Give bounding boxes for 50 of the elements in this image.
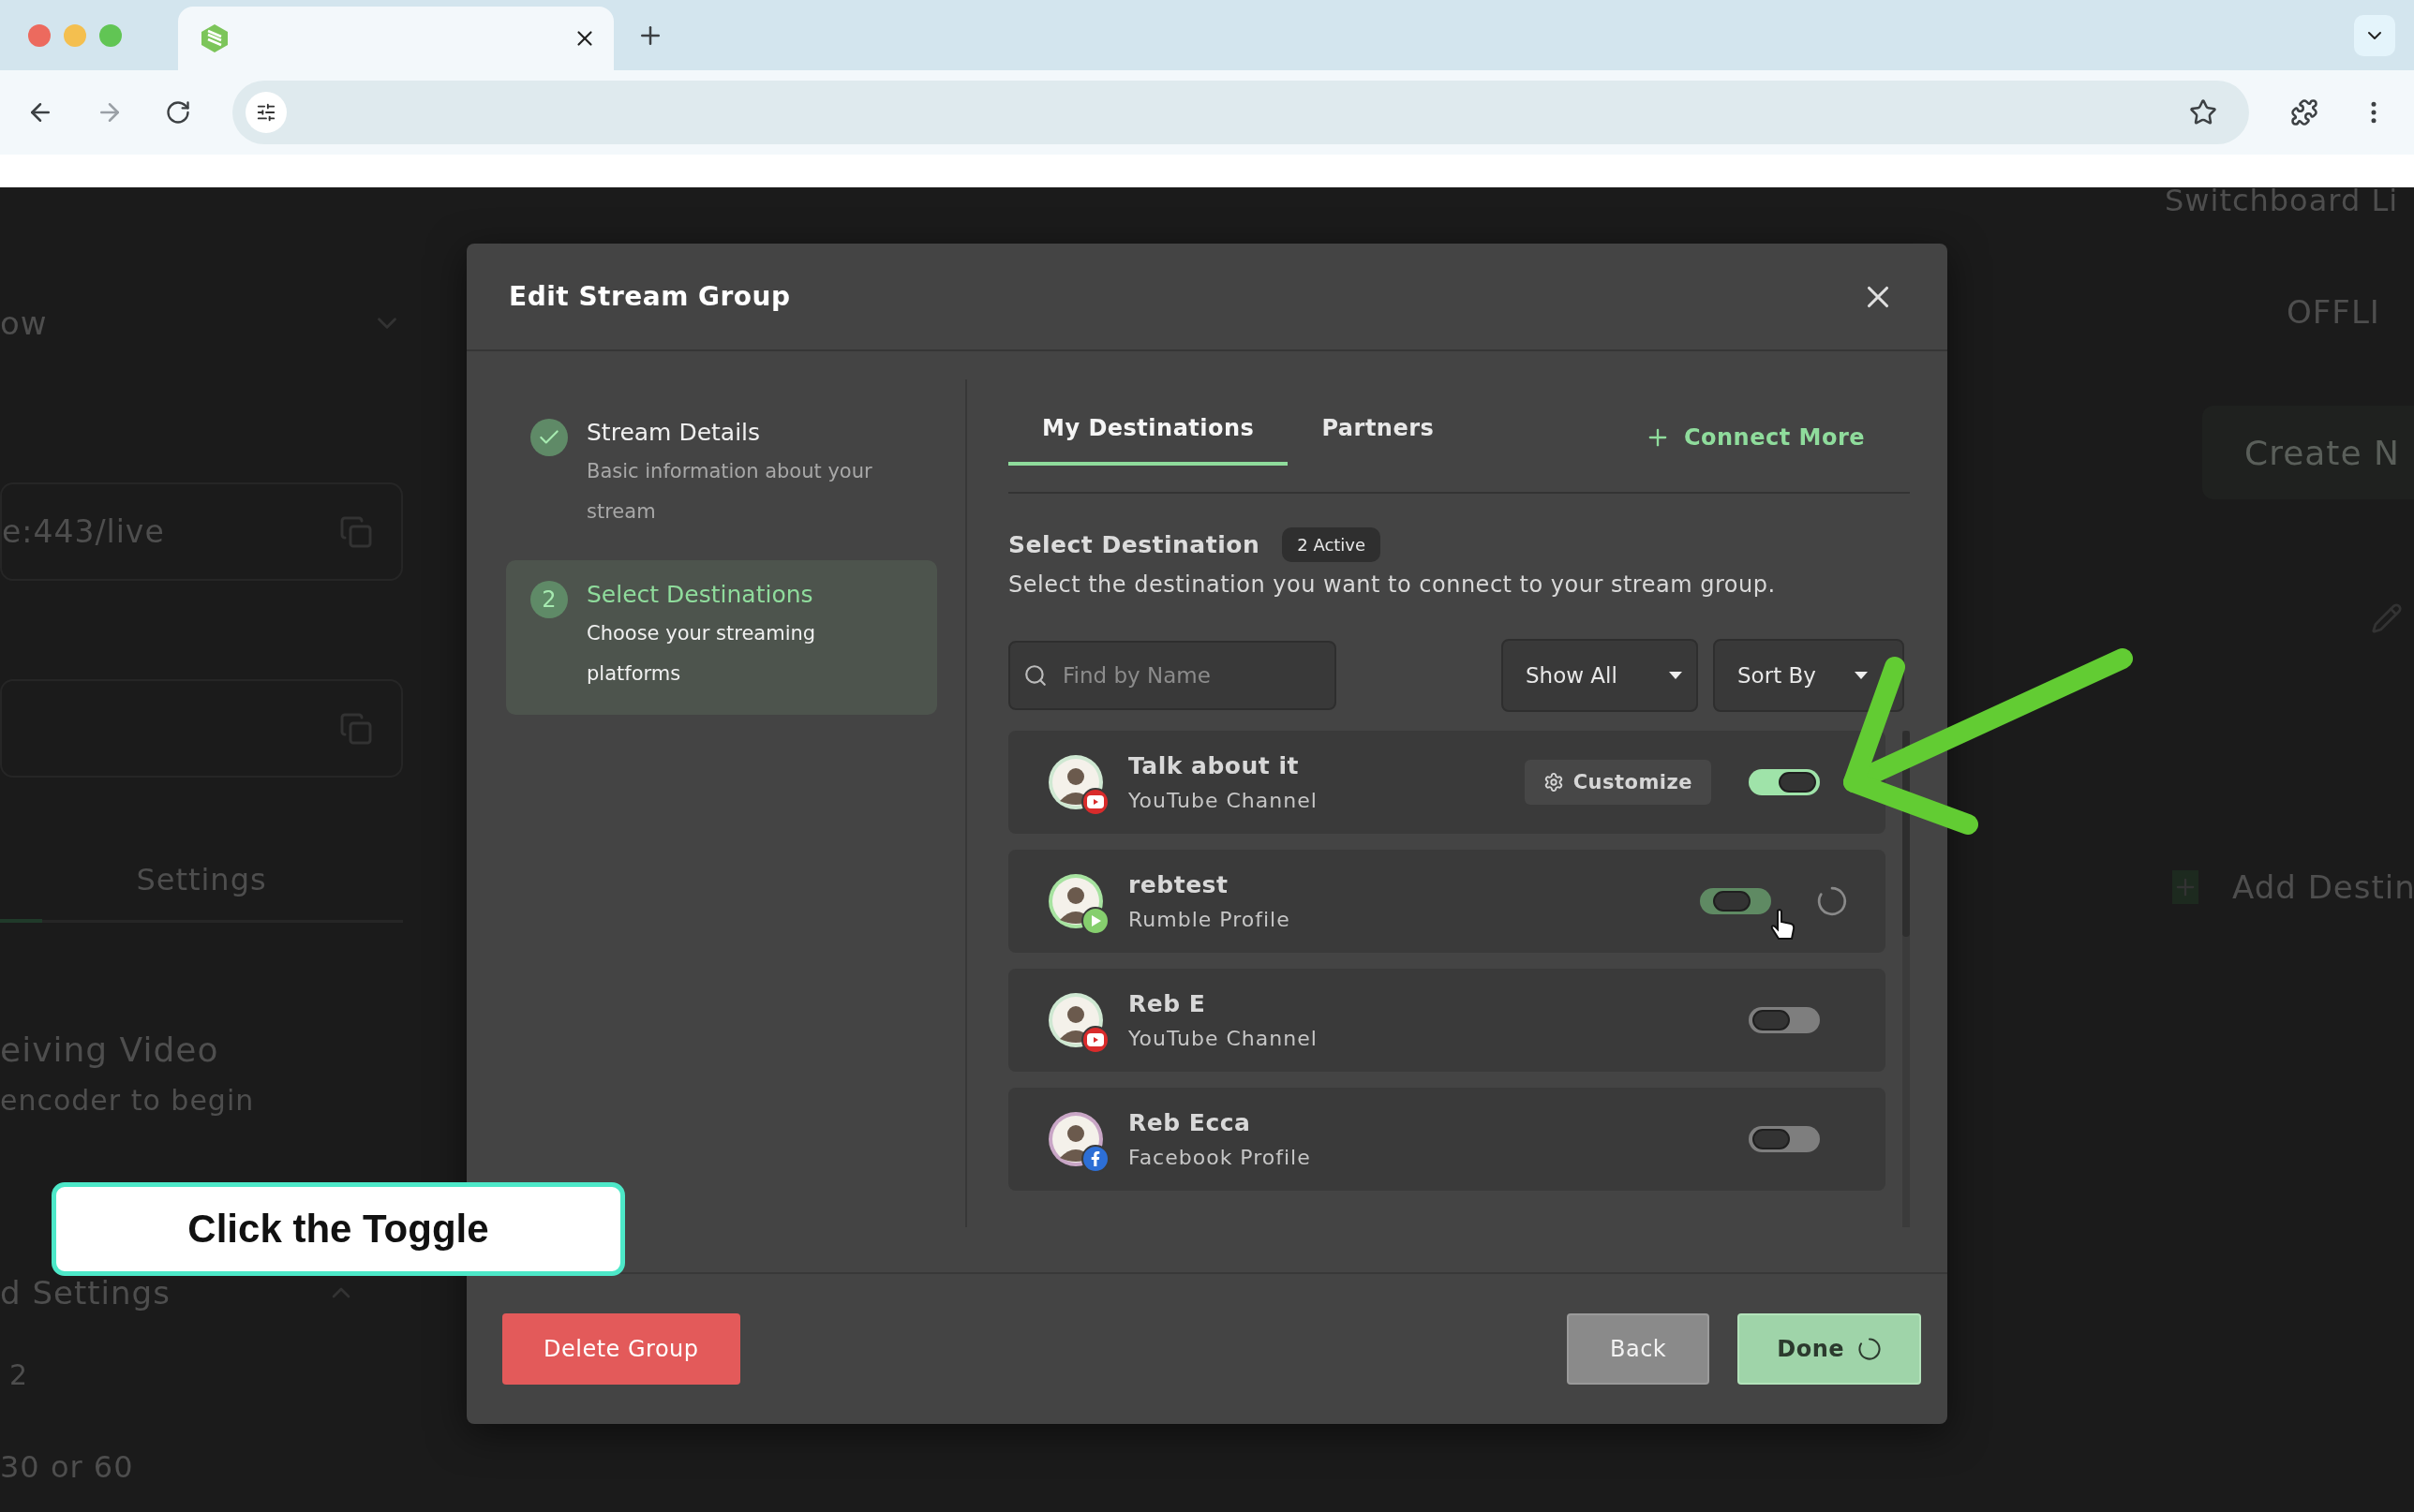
- toggle-switch[interactable]: [1700, 888, 1771, 914]
- dialog-title: Edit Stream Group: [509, 281, 791, 312]
- destination-platform: YouTube Channel: [1128, 789, 1318, 812]
- caret-icon: [1668, 671, 1683, 680]
- extensions-icon[interactable]: [2290, 98, 2318, 126]
- active-count-badge: 2 Active: [1282, 527, 1381, 562]
- scrollbar[interactable]: [1902, 731, 1910, 1227]
- destination-name: Reb Ecca: [1128, 1109, 1252, 1136]
- toggle-switch[interactable]: [1749, 1007, 1820, 1033]
- search-field[interactable]: Find by Name: [1008, 641, 1336, 710]
- destination-platform: Facebook Profile: [1128, 1146, 1311, 1169]
- destination-platform: Rumble Profile: [1128, 908, 1290, 931]
- toggle-switch[interactable]: [1749, 769, 1820, 795]
- scrollbar-thumb[interactable]: [1902, 731, 1910, 937]
- customize-button[interactable]: Customize: [1524, 760, 1711, 805]
- filter-dropdown[interactable]: Sort By: [1713, 639, 1904, 712]
- filter-dropdown[interactable]: Show All: [1501, 639, 1698, 712]
- destination-platform: YouTube Channel: [1128, 1027, 1318, 1050]
- step-title: Select Destinations: [587, 581, 814, 608]
- connect-more-link[interactable]: Connect More: [1644, 424, 1865, 451]
- done-button[interactable]: Done: [1737, 1313, 1921, 1385]
- step-number: 2: [530, 581, 568, 618]
- copy-icon: [339, 514, 373, 549]
- wizard-step[interactable]: Stream Details Basic information about your stream: [506, 398, 937, 553]
- toggle-switch[interactable]: [1749, 1126, 1820, 1152]
- check-icon: [530, 419, 568, 456]
- section-description: Select the destination you want to connect to your stream group.: [1008, 571, 1777, 598]
- section-title: Select Destination: [1008, 531, 1260, 558]
- search-icon: [1023, 663, 1048, 688]
- instruction-callout: Click the Toggle: [52, 1182, 625, 1276]
- destination-name: rebtest: [1128, 871, 1229, 898]
- site-info-icon[interactable]: [246, 92, 287, 133]
- tab[interactable]: My Destinations: [1008, 415, 1289, 466]
- site-logo-icon: [201, 23, 229, 53]
- step-description: Basic information about your stream: [587, 459, 873, 525]
- hand-cursor-icon: [1769, 909, 1797, 942]
- caret-icon: [1854, 671, 1869, 680]
- tab[interactable]: Partners: [1288, 415, 1468, 466]
- reload-icon[interactable]: [165, 99, 191, 126]
- gear-icon: [1542, 772, 1564, 793]
- bookmark-star-icon[interactable]: [2189, 98, 2217, 126]
- destination-name: Talk about it: [1128, 752, 1300, 779]
- add-icon: [2172, 870, 2198, 904]
- wizard-step[interactable]: 2 Select Destinations Choose your streaming platforms: [506, 560, 937, 715]
- delete-group-button[interactable]: Delete Group: [502, 1313, 740, 1385]
- step-title: Stream Details: [587, 419, 762, 446]
- step-description: Choose your streaming platforms: [587, 621, 817, 687]
- destination-name: Reb E: [1128, 990, 1207, 1017]
- pencil-icon: [2371, 602, 2403, 634]
- copy-icon: [339, 711, 373, 746]
